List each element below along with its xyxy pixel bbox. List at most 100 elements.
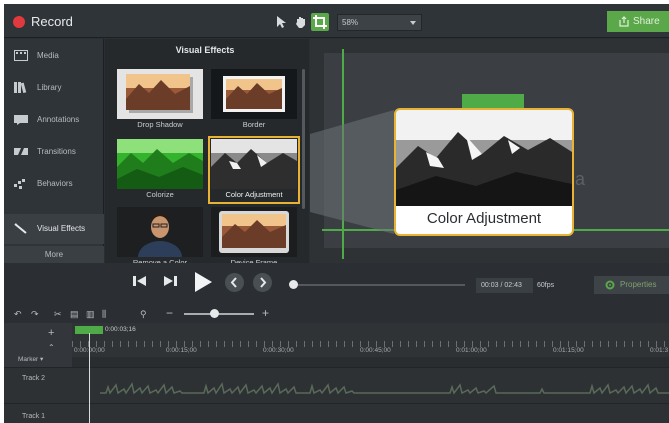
library-icon [14, 82, 28, 94]
callout-pointer [310, 110, 394, 234]
sidebar-item-label: Library [37, 83, 62, 92]
add-track-icon[interactable]: + [48, 327, 54, 339]
arrow-cursor-icon[interactable] [274, 15, 288, 29]
panel-title: Visual Effects [175, 45, 235, 55]
timeline-zoom-handle[interactable] [210, 309, 219, 318]
effect-label: Border [242, 120, 266, 129]
share-button[interactable]: Share [607, 11, 669, 32]
wand-icon [14, 223, 28, 234]
zoom-out-icon[interactable]: − [166, 306, 173, 320]
top-toolbar: Record 58% Share [4, 4, 669, 38]
chevron-left-icon [230, 277, 237, 288]
ruler-label: 0:01:15;00 [553, 347, 584, 354]
annotation-icon [14, 114, 28, 125]
gear-icon [605, 280, 615, 292]
effect-thumbnail [211, 139, 297, 189]
ruler-label: 0:01:00;00 [456, 347, 487, 354]
behavior-icon [14, 178, 28, 189]
sidebar-item-library[interactable]: Library [4, 73, 104, 103]
redo-icon[interactable]: ↷ [31, 309, 39, 320]
ruler-label: 0:00:30;00 [263, 347, 294, 354]
search-icon[interactable]: ⚲ [140, 309, 147, 320]
sidebar-item-annotations[interactable]: Annotations [4, 105, 104, 135]
chevron-down-icon [410, 21, 416, 25]
transition-icon [14, 146, 28, 157]
sidebar-item-label: Annotations [37, 115, 80, 124]
fps-display: 60fps [537, 282, 555, 289]
ruler-label: 0:00:15;00 [166, 347, 197, 354]
next-marker-button[interactable] [253, 273, 272, 292]
scrubber-track[interactable] [293, 284, 465, 286]
timeline[interactable]: + ⌃ 0:00:03;16 0:00:00;00 0:00:15;00 0:0… [4, 323, 669, 423]
crop-icon[interactable] [311, 13, 329, 31]
properties-button[interactable]: Properties [594, 276, 669, 294]
visual-effects-panel: Visual Effects Drop Shadow Border Colori… [105, 39, 309, 267]
timeline-toolbar: ↶ ↷ ✂ ▤ ▥ ⫼ ⚲ − + [4, 303, 669, 323]
chevron-right-icon [260, 277, 267, 288]
effect-thumbnail [117, 139, 203, 189]
undo-icon[interactable]: ↶ [14, 309, 22, 320]
effect-remove-a-color[interactable]: Remove a Color [117, 207, 203, 269]
sidebar-item-media[interactable]: Media [4, 41, 104, 71]
sidebar-item-label: Behaviors [37, 179, 73, 188]
record-button[interactable]: Record [31, 14, 73, 29]
timeline-zoom-slider[interactable] [184, 313, 254, 315]
effect-label: Drop Shadow [137, 120, 183, 129]
step-back-icon[interactable] [132, 273, 148, 294]
app-window: Record 58% Share Media Library Annotatio… [4, 4, 669, 423]
split-icon[interactable]: ⫼ [102, 309, 106, 320]
marker-track-label[interactable]: Marker ▾ [18, 355, 43, 363]
share-icon [619, 16, 629, 30]
track-label: Track 1 [22, 413, 46, 420]
sidebar-item-visual-effects[interactable]: Visual Effects [4, 214, 104, 244]
previous-marker-button[interactable] [225, 273, 244, 292]
chevron-up-icon[interactable]: ⌃ [48, 343, 55, 352]
sidebar-item-label: Visual Effects [37, 224, 86, 233]
ruler-label: 0:00:45;00 [360, 347, 391, 354]
cut-icon[interactable]: ✂ [54, 309, 62, 320]
sidebar-item-label: Transitions [37, 147, 76, 156]
effect-colorize[interactable]: Colorize [117, 139, 203, 201]
sidebar-item-transitions[interactable]: Transitions [4, 137, 104, 167]
sidebar: Media Library Annotations Transitions Be… [4, 39, 104, 263]
sidebar-item-label: Media [37, 51, 59, 60]
scrubber-handle[interactable] [289, 280, 298, 289]
effect-label: Colorize [146, 190, 174, 199]
effect-device-frame[interactable]: Device Frame [211, 207, 297, 269]
record-icon[interactable] [13, 16, 25, 28]
playback-controls: 00:03 / 02:43 60fps Properties [4, 263, 669, 303]
step-forward-icon[interactable] [162, 273, 178, 294]
film-icon [14, 50, 28, 61]
playhead-time: 0:00:03;16 [105, 326, 136, 333]
marker-label: Marker [18, 356, 39, 363]
ruler-label: 0:01:3 [650, 347, 669, 354]
effect-thumbnail [211, 207, 297, 257]
effect-drop-shadow[interactable]: Drop Shadow [117, 69, 203, 131]
effect-label: Color Adjustment [225, 190, 283, 199]
effect-border[interactable]: Border [211, 69, 297, 131]
callout-label: Color Adjustment [426, 210, 542, 227]
effect-color-adjustment[interactable]: Color Adjustment [208, 136, 300, 204]
share-label: Share [633, 16, 660, 27]
sidebar-item-behaviors[interactable]: Behaviors [4, 169, 104, 199]
track-1[interactable]: Track 1 [4, 403, 669, 423]
zoom-in-icon[interactable]: + [262, 306, 269, 320]
more-button[interactable]: More [4, 246, 104, 263]
hand-pan-icon[interactable] [294, 15, 308, 29]
track-label: Track 2 [22, 375, 46, 382]
effect-thumbnail [117, 69, 203, 119]
audio-waveform [100, 382, 669, 395]
effect-thumbnail [211, 69, 297, 119]
playhead-line [89, 333, 90, 423]
properties-label: Properties [620, 280, 657, 289]
chevron-down-icon: ▾ [40, 356, 44, 363]
time-display: 00:03 / 02:43 [476, 278, 533, 293]
play-icon[interactable] [192, 270, 214, 299]
effect-thumbnail [117, 207, 203, 257]
zoom-value: 58% [342, 18, 359, 27]
color-adjustment-callout: Color Adjustment [394, 108, 574, 236]
zoom-select[interactable]: 58% [337, 14, 422, 31]
callout-thumbnail [396, 110, 572, 206]
paste-icon[interactable]: ▥ [86, 309, 95, 320]
copy-icon[interactable]: ▤ [70, 309, 79, 320]
